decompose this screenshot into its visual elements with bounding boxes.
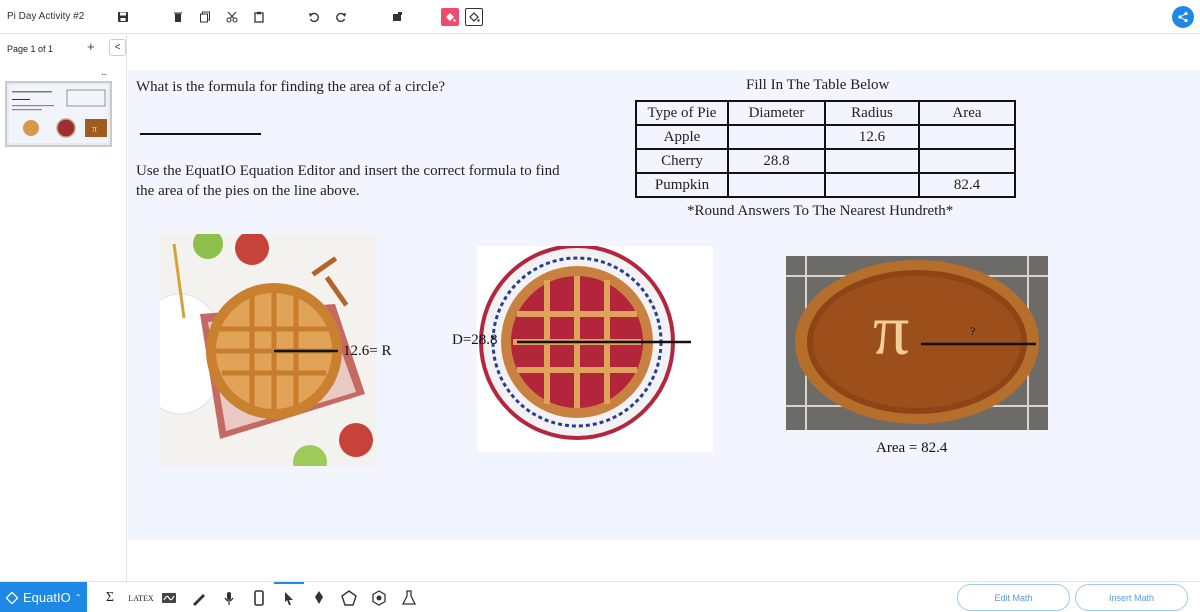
pumpkin-area-label: Area = 82.4 bbox=[876, 440, 948, 456]
table-cell[interactable] bbox=[727, 172, 826, 198]
apple-radius-label: 12.6= R bbox=[343, 343, 392, 359]
table-header-row: Type of Pie Diameter Radius Area bbox=[635, 100, 1016, 126]
edit-math-button[interactable]: Edit Math bbox=[957, 584, 1070, 611]
fill-color-icon[interactable] bbox=[441, 8, 459, 26]
table-title: Fill In The Table Below bbox=[746, 77, 890, 93]
table-row: Apple 12.6 bbox=[635, 124, 1016, 150]
table-cell[interactable] bbox=[824, 148, 920, 174]
cherry-diameter-label: D=28.8 bbox=[452, 332, 498, 348]
table-header: Area bbox=[918, 100, 1016, 126]
redo-icon[interactable] bbox=[333, 9, 349, 25]
svg-text:π: π bbox=[92, 124, 97, 135]
table-cell[interactable] bbox=[918, 124, 1016, 150]
copy-icon[interactable] bbox=[197, 9, 213, 25]
clear-formatting-icon[interactable] bbox=[389, 9, 405, 25]
mobile-icon[interactable] bbox=[250, 589, 268, 607]
page-thumbnail-preview: π bbox=[9, 85, 108, 143]
collapse-sidebar-button[interactable]: < bbox=[109, 39, 126, 56]
document-title: Pi Day Activity #2 bbox=[7, 11, 85, 22]
table-cell[interactable]: Cherry bbox=[635, 148, 729, 174]
table-header: Type of Pie bbox=[635, 100, 729, 126]
share-icon[interactable] bbox=[1172, 6, 1194, 28]
microphone-icon[interactable] bbox=[220, 589, 238, 607]
shape-icon[interactable] bbox=[340, 589, 358, 607]
page-indicator: Page 1 of 1 bbox=[7, 44, 54, 54]
graph-editor-icon[interactable] bbox=[160, 589, 178, 607]
cursor-icon[interactable] bbox=[280, 589, 298, 607]
equatio-brand-button[interactable]: EquatIO ⌃ bbox=[0, 582, 87, 612]
table-cell[interactable]: 82.4 bbox=[918, 172, 1016, 198]
table-cell[interactable]: 12.6 bbox=[824, 124, 920, 150]
page-sidebar: Page 1 of 1 + < ... π bbox=[0, 35, 127, 581]
science-flask-icon[interactable] bbox=[400, 589, 418, 607]
chevron-up-icon: ⌃ bbox=[74, 593, 82, 602]
table-cell[interactable]: 28.8 bbox=[727, 148, 826, 174]
pie-table: Type of Pie Diameter Radius Area Apple 1… bbox=[635, 100, 1016, 198]
save-icon[interactable] bbox=[115, 9, 131, 25]
equatio-logo-icon bbox=[6, 591, 18, 604]
delete-icon[interactable] bbox=[170, 9, 186, 25]
table-cell[interactable]: Pumpkin bbox=[635, 172, 729, 198]
table-cell[interactable] bbox=[824, 172, 920, 198]
brand-label: EquatIO bbox=[23, 590, 71, 605]
page-thumbnail[interactable]: π bbox=[5, 81, 112, 147]
insert-math-button[interactable]: Insert Math bbox=[1075, 584, 1188, 611]
answer-line[interactable] bbox=[140, 133, 261, 135]
document-canvas[interactable]: What is the formula for finding the area… bbox=[128, 70, 1200, 540]
table-row: Cherry 28.8 bbox=[635, 148, 1016, 174]
cherry-pie-image[interactable] bbox=[477, 246, 713, 452]
equatio-toolbar: EquatIO ⌃ Σ LATEX Edit Math Insert Math bbox=[0, 581, 1200, 612]
table-header: Diameter bbox=[727, 100, 826, 126]
add-page-button[interactable]: + bbox=[87, 39, 95, 54]
question-area-formula: What is the formula for finding the area… bbox=[136, 79, 446, 95]
handwriting-icon[interactable] bbox=[190, 589, 208, 607]
fill-outline-icon[interactable] bbox=[465, 8, 483, 26]
chemistry-icon[interactable] bbox=[370, 589, 388, 607]
table-cell[interactable]: Apple bbox=[635, 124, 729, 150]
latex-editor-button[interactable]: LATEX bbox=[128, 589, 153, 607]
paste-icon[interactable] bbox=[251, 9, 267, 25]
pen-icon[interactable] bbox=[310, 589, 328, 607]
pumpkin-radius-question: ? bbox=[970, 324, 976, 338]
table-row: Pumpkin 82.4 bbox=[635, 172, 1016, 198]
table-cell[interactable] bbox=[918, 148, 1016, 174]
thumbnail-menu-icon[interactable]: ... bbox=[101, 67, 107, 78]
cut-icon[interactable] bbox=[224, 9, 240, 25]
top-toolbar: Pi Day Activity #2 bbox=[0, 0, 1200, 34]
undo-icon[interactable] bbox=[306, 9, 322, 25]
pumpkin-pie-image[interactable] bbox=[786, 256, 1048, 430]
instruction-text: Use the EquatIO Equation Editor and inse… bbox=[136, 163, 560, 199]
table-header: Radius bbox=[824, 100, 920, 126]
pi-symbol: π bbox=[873, 290, 910, 370]
table-cell[interactable] bbox=[727, 124, 826, 150]
table-note: *Round Answers To The Nearest Hundreth* bbox=[687, 203, 954, 219]
active-tool-indicator bbox=[274, 582, 304, 584]
equation-editor-icon[interactable]: Σ bbox=[101, 589, 119, 607]
